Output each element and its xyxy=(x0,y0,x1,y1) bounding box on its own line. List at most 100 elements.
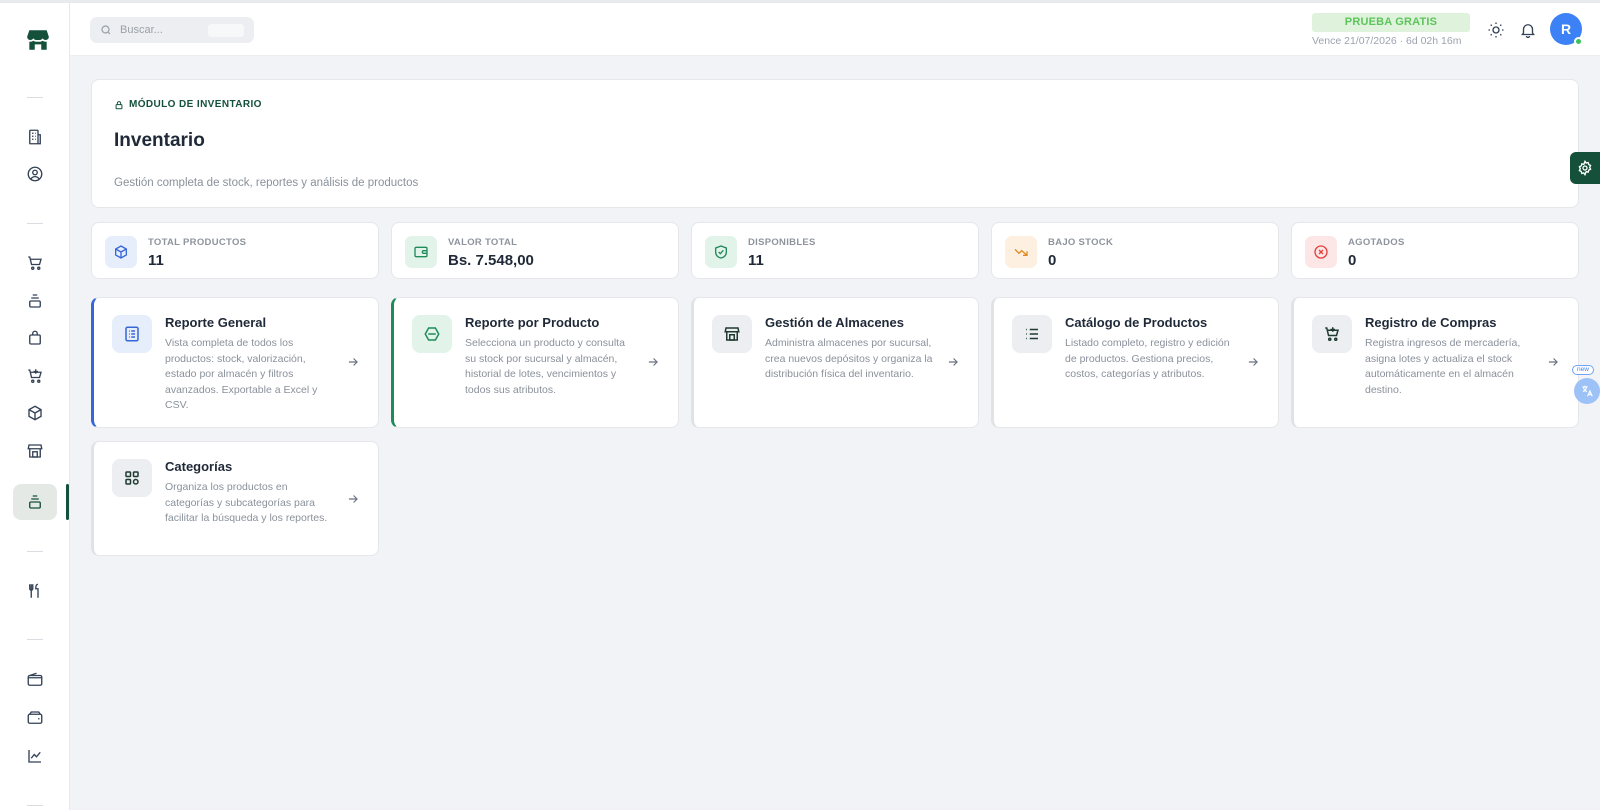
report-list-icon xyxy=(112,315,152,353)
top-header: PRUEBA GRATIS Vence 21/07/2026 · 6d 02h … xyxy=(70,3,1600,56)
search-shortcut-hint xyxy=(208,24,244,37)
stat-card-total-value: VALOR TOTAL Bs. 7.548,00 xyxy=(391,222,679,279)
stat-card-total-products: TOTAL PRODUCTOS 11 xyxy=(91,222,379,279)
package-icon xyxy=(105,236,137,268)
inventory-stack-icon xyxy=(29,495,41,509)
stat-label: BAJO STOCK xyxy=(1048,237,1114,248)
cart-plus-icon xyxy=(28,369,42,383)
stat-label: DISPONIBLES xyxy=(748,237,816,248)
module-tag-label: MÓDULO DE INVENTARIO xyxy=(129,99,262,110)
card-title: Reporte General xyxy=(165,315,267,330)
arrow-right-icon xyxy=(948,358,958,366)
trending-down-icon xyxy=(1005,236,1037,268)
sidebar-item-package[interactable] xyxy=(13,395,57,431)
card-description: Administra almacenes por sucursal, crea … xyxy=(765,337,933,380)
gear-icon xyxy=(1578,160,1592,176)
card-registro-compras[interactable]: Registro de Compras Registra ingresos de… xyxy=(1291,297,1579,428)
cart-icon xyxy=(28,256,42,270)
grid-icon xyxy=(112,459,152,497)
card-title: Catálogo de Productos xyxy=(1065,315,1208,330)
card-gestion-almacenes[interactable]: Gestión de Almacenes Administra almacene… xyxy=(691,297,979,428)
card-description: Vista completa de todos los productos: s… xyxy=(165,337,318,411)
sidebar-item-store[interactable] xyxy=(13,433,57,469)
arrow-right-icon xyxy=(348,495,358,503)
card-description: Selecciona un producto y consulta su sto… xyxy=(465,337,625,396)
list-icon xyxy=(1012,315,1052,353)
sidebar-item-inventory[interactable] xyxy=(13,484,57,520)
chart-line-icon xyxy=(28,750,41,763)
stat-value: 11 xyxy=(748,252,764,269)
building-icon xyxy=(29,129,41,145)
hexagon-icon xyxy=(412,315,452,353)
package-icon xyxy=(28,405,42,421)
sidebar-item-restaurant[interactable] xyxy=(13,573,57,609)
sun-icon xyxy=(1488,22,1504,38)
stat-card-out-of-stock: AGOTADOS 0 xyxy=(1291,222,1579,279)
sidebar-item-cart[interactable] xyxy=(13,245,57,281)
sidebar-item-bag[interactable] xyxy=(13,320,57,356)
wallet-alt-icon xyxy=(27,711,43,724)
stat-value: 0 xyxy=(1048,252,1057,269)
lock-icon xyxy=(115,100,123,109)
card-title: Registro de Compras xyxy=(1365,315,1497,330)
store-icon xyxy=(27,444,43,458)
stat-value: Bs. 7.548,00 xyxy=(448,252,534,269)
sidebar-item-wallet-2[interactable] xyxy=(13,700,57,736)
wallet-icon xyxy=(405,236,437,268)
card-title: Reporte por Producto xyxy=(465,315,600,330)
wallet-icon xyxy=(27,672,43,686)
trial-expiry: Vence 21/07/2026 · 6d 02h 16m xyxy=(1312,35,1462,47)
card-title: Categorías xyxy=(165,459,233,474)
page-subtitle: Gestión completa de stock, reportes y an… xyxy=(114,177,419,189)
card-description: Registra ingresos de mercadería, asigna … xyxy=(1365,337,1521,396)
module-hero-card: MÓDULO DE INVENTARIO Inventario Gestión … xyxy=(91,79,1579,208)
card-reporte-general[interactable]: Reporte General Vista completa de todos … xyxy=(91,297,379,428)
settings-floating-button[interactable] xyxy=(1570,152,1600,184)
shopping-bag-icon xyxy=(29,330,41,345)
trial-info: PRUEBA GRATIS Vence 21/07/2026 · 6d 02h … xyxy=(1312,13,1470,47)
search-input[interactable] xyxy=(120,24,200,36)
search-bar[interactable] xyxy=(90,17,254,43)
trial-badge: PRUEBA GRATIS xyxy=(1312,13,1470,32)
store-logo-icon[interactable] xyxy=(25,27,51,53)
stat-value: 11 xyxy=(148,252,164,269)
stat-label: TOTAL PRODUCTOS xyxy=(148,237,247,248)
sidebar-item-analytics[interactable] xyxy=(13,738,57,774)
page-title: Inventario xyxy=(114,130,205,151)
bell-icon xyxy=(1521,24,1535,39)
sidebar xyxy=(0,3,70,810)
stack-icon xyxy=(29,294,41,308)
card-description: Listado completo, registro y edición de … xyxy=(1065,337,1230,380)
translate-icon xyxy=(1582,385,1593,397)
arrow-right-icon xyxy=(648,358,658,366)
user-circle-icon xyxy=(27,166,43,182)
notifications-button[interactable] xyxy=(1517,19,1539,41)
stat-label: AGOTADOS xyxy=(1348,237,1405,248)
cart-plus-icon xyxy=(1312,315,1352,353)
sidebar-item-cart-plus[interactable] xyxy=(13,358,57,394)
arrow-right-icon xyxy=(348,358,358,366)
stat-label: VALOR TOTAL xyxy=(448,237,518,248)
module-tag: MÓDULO DE INVENTARIO xyxy=(114,99,262,110)
card-reporte-por-producto[interactable]: Reporte por Producto Selecciona un produ… xyxy=(391,297,679,428)
search-icon xyxy=(101,25,111,35)
card-description: Organiza los productos en categorías y s… xyxy=(165,481,328,524)
card-catalogo-productos[interactable]: Catálogo de Productos Listado completo, … xyxy=(991,297,1279,428)
translate-button[interactable] xyxy=(1574,378,1600,404)
sidebar-item-wallet[interactable] xyxy=(13,662,57,698)
arrow-right-icon xyxy=(1548,358,1558,366)
translate-new-badge: new xyxy=(1572,365,1594,375)
shield-check-icon xyxy=(705,236,737,268)
sidebar-item-user[interactable] xyxy=(13,156,57,192)
online-status-dot xyxy=(1574,37,1583,46)
card-title: Gestión de Almacenes xyxy=(765,315,904,330)
x-circle-icon xyxy=(1305,236,1337,268)
sidebar-item-stack[interactable] xyxy=(13,283,57,319)
theme-toggle-button[interactable] xyxy=(1485,19,1507,41)
stat-card-low-stock: BAJO STOCK 0 xyxy=(991,222,1279,279)
card-categorias[interactable]: Categorías Organiza los productos en cat… xyxy=(91,441,379,556)
utensils-icon xyxy=(29,583,39,598)
stat-value: 0 xyxy=(1348,252,1357,269)
arrow-right-icon xyxy=(1248,358,1258,366)
sidebar-item-building[interactable] xyxy=(13,119,57,155)
